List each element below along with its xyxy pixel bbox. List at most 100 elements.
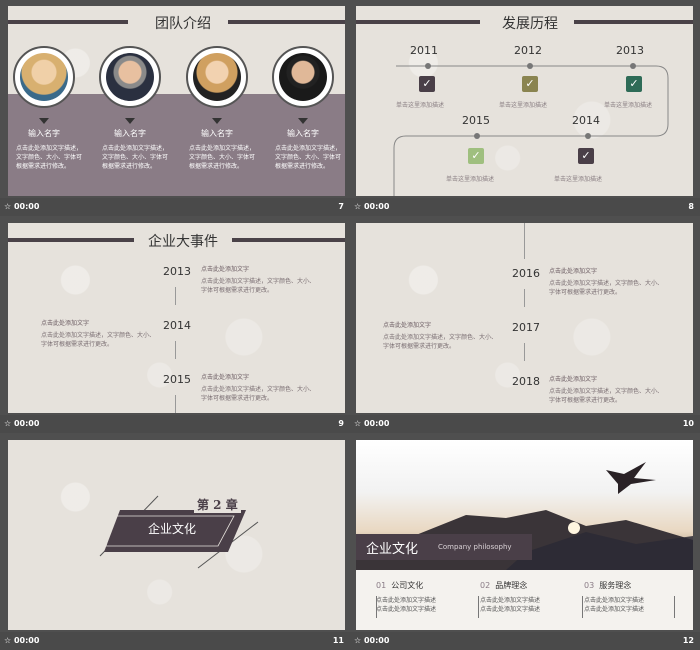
member-desc-2: 点击此处添加文字描述，文字颜色、大小、字体可根据需求进行修改。: [102, 145, 169, 170]
event-desc-2015: 单击这里添加描述: [446, 176, 495, 183]
year-2012: 2012: [514, 44, 542, 57]
year-2013: 2013: [616, 44, 644, 57]
pointer-1: [39, 118, 49, 124]
event-desc-2012: 单击这里添加描述: [499, 102, 548, 109]
connector-top: [524, 223, 525, 259]
connector-3: [175, 395, 176, 413]
slide-12[interactable]: 企业文化 Company philosophy 01 公司文化 点击此处添加文字…: [356, 440, 693, 630]
member-desc-4: 点击此处添加文字描述，文字颜色、大小、字体可根据需求进行修改。: [275, 145, 342, 170]
time-7: 00:00: [13, 202, 40, 211]
year-2014: 2014: [163, 319, 191, 332]
slide-title: 团队介绍: [138, 13, 228, 33]
footer-9: ☆ 00:00 9: [0, 415, 350, 433]
member-name-4: 输入名字: [287, 129, 319, 138]
face-1: [20, 53, 68, 101]
pointer-4: [298, 118, 308, 124]
pointer-2: [125, 118, 135, 124]
item-label-3: 服务理念: [599, 581, 632, 590]
item-text-3a: 点击此处添加文字描述: [584, 597, 645, 604]
avatar-4: [272, 46, 334, 108]
face-3: [193, 53, 241, 101]
divider-1: [376, 596, 377, 618]
item-text-2a: 点击此处添加文字描述: [480, 597, 541, 604]
slide-number-11: 11: [332, 636, 344, 645]
item-2: 02 品牌理念 点击此处添加文字描述 点击此处添加文字描述: [480, 580, 580, 613]
item-1: 01 公司文化 点击此处添加文字描述 点击此处添加文字描述: [376, 580, 476, 613]
banner-title: 企业文化: [366, 542, 419, 557]
check-icon-2013: ✓: [626, 76, 642, 92]
year-2013: 2013: [163, 265, 191, 278]
item-index-1: 01: [376, 581, 387, 590]
footer-10: ☆ 00:00 10: [350, 415, 700, 433]
year-2011: 2011: [410, 44, 438, 57]
avatar-2: [99, 46, 161, 108]
time-12: 00:00: [363, 636, 390, 645]
footer-7: ☆ 00:00 7: [0, 198, 350, 216]
check-icon-2012: ✓: [522, 76, 538, 92]
connector-1: [175, 287, 176, 305]
slide-9[interactable]: 企业大事件 2013 2014 2015 点击此处添加文字 点击此处添加文字描述…: [8, 223, 345, 413]
item-index-2: 02: [480, 581, 491, 590]
connector-2: [524, 343, 525, 361]
eagle-icon: [606, 462, 656, 494]
year-2015: 2015: [462, 114, 490, 127]
footer-8: ☆ 00:00 8: [350, 198, 700, 216]
event-body-2014: 点击此处添加文字描述，文字颜色、大小、字体可根据需求进行更改。: [41, 332, 156, 348]
time-9: 00:00: [13, 419, 40, 428]
event-desc-2011: 单击这里添加描述: [396, 102, 445, 109]
slide-7[interactable]: 团队介绍 输入名字 输入名字 输入名字 输入名字 点击此处添加文字描述，文字颜色…: [8, 6, 345, 196]
face-4: [279, 53, 327, 101]
clock-12: ☆ 00:00: [354, 636, 390, 645]
item-label-2: 品牌理念: [495, 581, 528, 590]
footer-11: ☆ 00:00 11: [0, 632, 350, 650]
year-2017: 2017: [512, 321, 540, 334]
slide-11[interactable]: 第 2 章 企业文化: [8, 440, 345, 630]
item-text-3b: 点击此处添加文字描述: [584, 606, 645, 613]
event-heading-2016: 点击此处添加文字: [549, 268, 598, 275]
slide-number-8: 8: [688, 202, 694, 211]
item-text-1b: 点击此处添加文字描述: [376, 606, 437, 613]
year-2016: 2016: [512, 267, 540, 280]
title-rule-right: [226, 20, 345, 24]
event-desc-2013: 单击这里添加描述: [604, 102, 653, 109]
face-2: [106, 53, 154, 101]
divider-2: [478, 596, 479, 618]
event-body-2016: 点击此处添加文字描述，文字颜色、大小、字体可根据需求进行更改。: [549, 280, 664, 296]
avatar-1: [13, 46, 75, 108]
slide-number-12: 12: [682, 636, 694, 645]
title-rule-left: [8, 20, 128, 24]
slide-10[interactable]: 2016 2017 2018 点击此处添加文字 点击此处添加文字描述，文字颜色、…: [356, 223, 693, 413]
clock-8: ☆ 00:00: [354, 202, 390, 211]
event-heading-2014: 点击此处添加文字: [41, 320, 90, 327]
event-body-2013: 点击此处添加文字描述，文字颜色、大小、字体可根据需求进行更改。: [201, 278, 316, 294]
time-8: 00:00: [363, 202, 390, 211]
event-heading-2017: 点击此处添加文字: [383, 322, 432, 329]
check-icon-2014: ✓: [578, 148, 594, 164]
check-icon-2015: ✓: [468, 148, 484, 164]
member-desc-1: 点击此处添加文字描述，文字颜色、大小、字体可根据需求进行修改。: [16, 145, 83, 170]
member-name-3: 输入名字: [201, 129, 233, 138]
event-desc-2014: 单击这里添加描述: [554, 176, 603, 183]
title-rule-left: [8, 238, 134, 242]
title-rule-right: [220, 238, 345, 242]
clock-9: ☆ 00:00: [4, 419, 40, 428]
item-text-1a: 点击此处添加文字描述: [376, 597, 437, 604]
chapter-title: 企业文化: [148, 522, 197, 536]
member-name-2: 输入名字: [114, 129, 146, 138]
slide-title: 企业大事件: [134, 231, 232, 251]
check-icon-2011: ✓: [419, 76, 435, 92]
item-label-1: 公司文化: [391, 581, 424, 590]
banner: 企业文化 Company philosophy: [356, 534, 532, 560]
event-heading-2018: 点击此处添加文字: [549, 376, 598, 383]
time-10: 00:00: [363, 419, 390, 428]
event-body-2015: 点击此处添加文字描述，文字颜色、大小、字体可根据需求进行更改。: [201, 386, 316, 402]
footer-12: ☆ 00:00 12: [350, 632, 700, 650]
event-body-2018: 点击此处添加文字描述，文字颜色、大小、字体可根据需求进行更改。: [549, 388, 664, 404]
slide-8[interactable]: 发展历程 2011 2012 2013 2015 2014 ✓ ✓ ✓ ✓ ✓ …: [356, 6, 693, 196]
pointer-3: [212, 118, 222, 124]
chapter-number: 第 2 章: [194, 496, 241, 513]
connector-1: [524, 289, 525, 307]
banner-subtitle: Company philosophy: [438, 543, 512, 551]
divider-3: [582, 596, 583, 618]
divider-4: [674, 596, 675, 618]
